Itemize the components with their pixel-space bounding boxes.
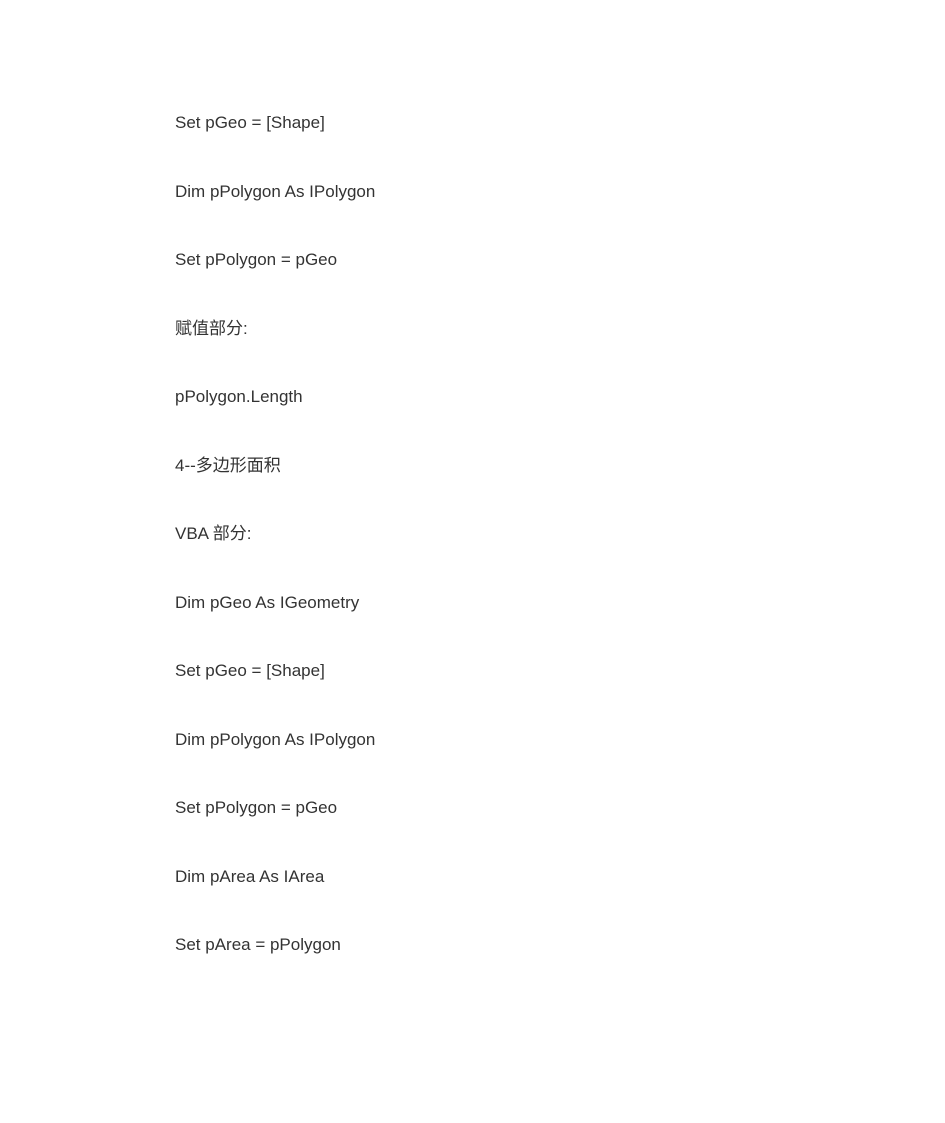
code-line: Dim pGeo As IGeometry — [175, 590, 945, 616]
code-line: Set pArea = pPolygon — [175, 932, 945, 958]
code-line: Dim pArea As IArea — [175, 864, 945, 890]
code-line: 4--多边形面积 — [175, 453, 945, 479]
code-line: Set pGeo = [Shape] — [175, 110, 945, 136]
code-line: 赋值部分: — [175, 316, 945, 342]
code-line: Set pPolygon = pGeo — [175, 247, 945, 273]
code-line: Set pGeo = [Shape] — [175, 658, 945, 684]
code-line: VBA 部分: — [175, 521, 945, 547]
code-line: Dim pPolygon As IPolygon — [175, 727, 945, 753]
code-line: Set pPolygon = pGeo — [175, 795, 945, 821]
code-line: Dim pPolygon As IPolygon — [175, 179, 945, 205]
code-line: pPolygon.Length — [175, 384, 945, 410]
